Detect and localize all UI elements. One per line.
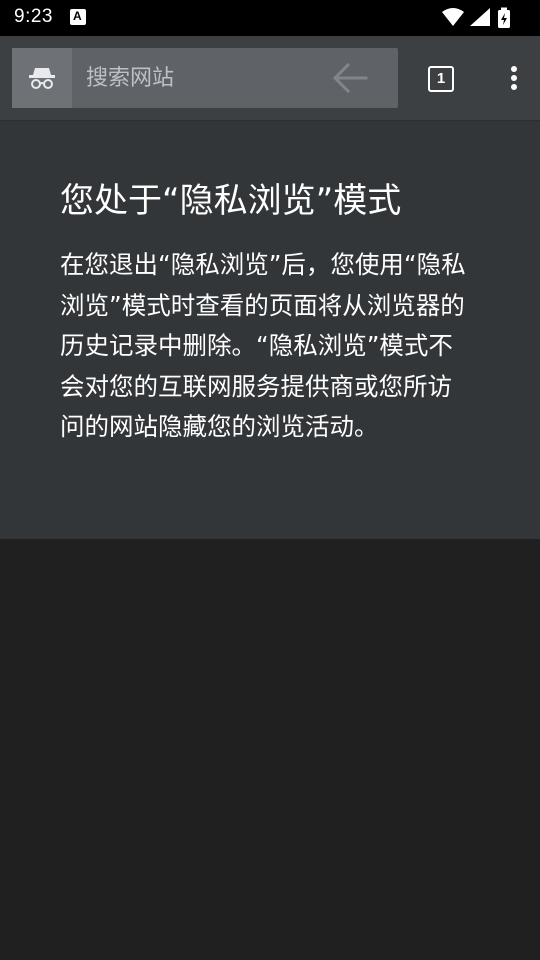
- battery-charging-icon: [498, 7, 510, 28]
- incognito-icon[interactable]: [12, 48, 72, 108]
- incognito-description: 在您退出“隐私浏览”后，您使用“隐私浏览”模式时查看的页面将从浏览器的历史记录中…: [60, 250, 466, 441]
- page-background: [0, 539, 540, 960]
- tab-switcher-button[interactable]: 1: [428, 66, 454, 92]
- notification-a-icon: [70, 9, 86, 25]
- status-time: 9:23: [14, 6, 53, 27]
- omnibox[interactable]: [12, 48, 398, 108]
- status-icons: [440, 6, 532, 30]
- toolbar: 1: [0, 36, 540, 120]
- more-vert-icon[interactable]: [500, 64, 528, 96]
- back-arrow-icon[interactable]: [330, 62, 370, 94]
- wifi-icon: [442, 8, 464, 26]
- page-title: 您处于“隐私浏览”模式: [60, 181, 402, 221]
- search-input[interactable]: [72, 48, 322, 108]
- incognito-info-panel: 您处于“隐私浏览”模式 在您退出“隐私浏览”后，您使用“隐私浏览”模式时查看的页…: [0, 121, 540, 539]
- signal-icon: [470, 8, 490, 26]
- status-bar: 9:23: [0, 0, 540, 36]
